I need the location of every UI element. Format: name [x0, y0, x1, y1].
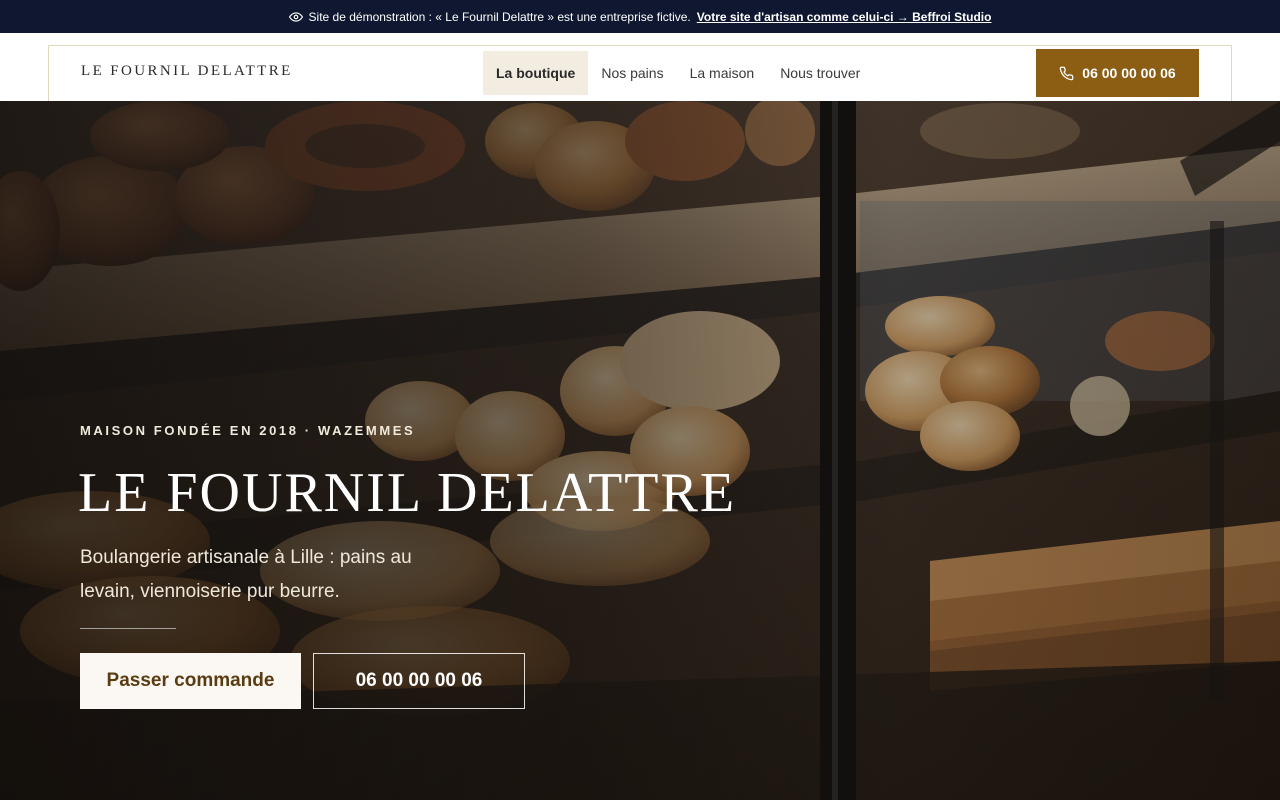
phone-icon — [1059, 66, 1074, 80]
order-button[interactable]: Passer commande — [80, 653, 301, 709]
hero-eyebrow: MAISON FONDÉE EN 2018 · WAZEMMES — [80, 423, 416, 438]
header-call-label: 06 00 00 00 06 — [1082, 65, 1176, 81]
hero-phone-button[interactable]: 06 00 00 00 06 — [313, 653, 525, 709]
main-nav: La boutique Nos pains La maison Nous tro… — [483, 51, 873, 95]
nav-item-la-maison[interactable]: La maison — [677, 51, 768, 95]
demo-banner-text: Site de démonstration : « Le Fournil Del… — [308, 9, 691, 24]
nav-item-nous-trouver[interactable]: Nous trouver — [767, 51, 873, 95]
eye-icon — [288, 11, 303, 22]
nav-item-nos-pains[interactable]: Nos pains — [588, 51, 676, 95]
header-bar: LE FOURNIL DELATTRE La boutique Nos pain… — [48, 45, 1232, 101]
nav-item-la-boutique[interactable]: La boutique — [483, 51, 589, 95]
hero-divider — [80, 628, 176, 629]
header-call-button[interactable]: 06 00 00 00 06 — [1036, 49, 1199, 97]
hero-title: LE FOURNIL DELATTRE — [78, 462, 737, 524]
site-header: LE FOURNIL DELATTRE La boutique Nos pain… — [0, 33, 1280, 101]
hero-section: MAISON FONDÉE EN 2018 · WAZEMMES LE FOUR… — [0, 101, 1280, 800]
demo-banner: Site de démonstration : « Le Fournil Del… — [0, 0, 1280, 33]
demo-banner-link[interactable]: Votre site d'artisan comme celui-ci → Be… — [697, 10, 992, 24]
hero-subtitle: Boulangerie artisanale à Lille : pains a… — [80, 547, 412, 602]
site-logo[interactable]: LE FOURNIL DELATTRE — [81, 63, 293, 80]
